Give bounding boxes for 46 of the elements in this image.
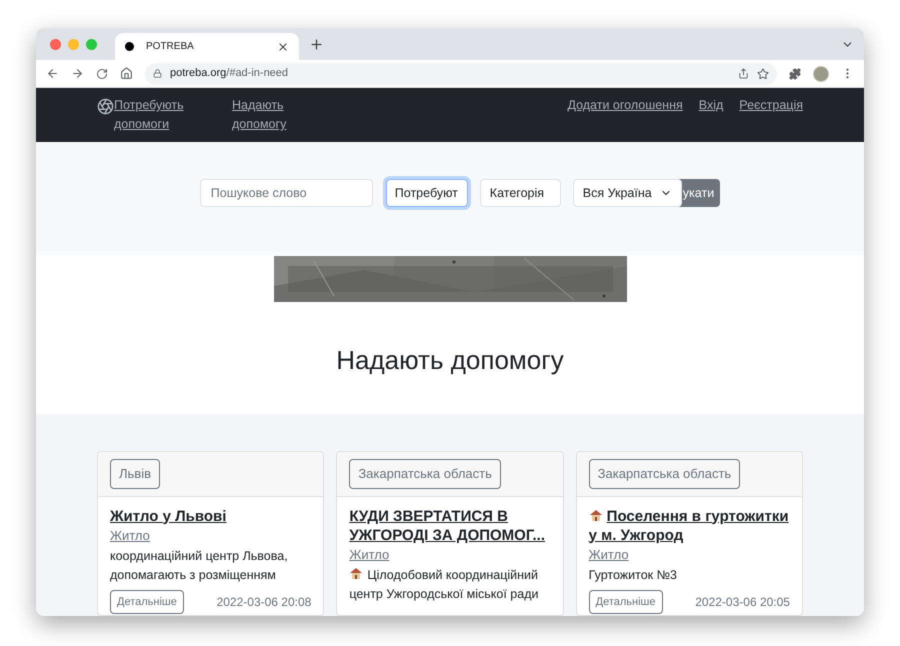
reload-icon[interactable] (96, 68, 108, 80)
keyword-input[interactable]: Пошукове слово (200, 179, 373, 207)
search-button[interactable]: укати (678, 179, 720, 207)
region-select[interactable]: Вся Україна (572, 179, 682, 207)
logo-icon (97, 98, 114, 115)
home-icon[interactable] (120, 67, 133, 80)
type-select[interactable]: Потребуют (386, 179, 468, 207)
nav-link[interactable]: Надають допомогу (232, 96, 312, 142)
category-link[interactable]: Житло (110, 526, 312, 544)
lock-icon (153, 69, 162, 78)
region-button[interactable]: Львів (110, 459, 160, 488)
profile-avatar-icon[interactable] (813, 66, 829, 82)
address-field[interactable]: potreba.org/#ad-in-need (145, 62, 777, 84)
ad-description: Гуртожиток №3 (588, 566, 678, 584)
nav-link[interactable]: Потребують допомоги (114, 96, 194, 142)
extensions-icon[interactable] (789, 68, 801, 80)
house-icon (349, 566, 364, 580)
page-heading: Надають допомогу (336, 344, 564, 377)
ad-description: Цілодобовий координаційний центр Ужгородської міської ради (349, 566, 540, 603)
ad-title-link[interactable]: Поселення в гуртожитки у м. Ужгород (588, 506, 790, 544)
forward-icon[interactable] (71, 67, 84, 80)
nav-link[interactable]: Вхід (698, 96, 724, 115)
new-tab-icon[interactable] (309, 36, 324, 52)
favicon-icon (125, 42, 134, 51)
house-icon (588, 508, 603, 522)
date-text: 2022-03-06 20:08 (216, 594, 312, 611)
region-button[interactable]: Закарпатська область (588, 459, 740, 488)
details-button[interactable]: Детальніше (110, 590, 184, 614)
nav-link[interactable]: Додати оголошення (567, 96, 683, 115)
back-icon[interactable] (46, 67, 59, 80)
region-button[interactable]: Закарпатська область (349, 459, 501, 488)
category-link[interactable]: Житло (349, 546, 551, 564)
close-tab-icon[interactable] (277, 40, 289, 52)
category-link[interactable]: Житло (588, 546, 790, 564)
bookmark-star-icon[interactable] (757, 68, 769, 80)
date-text: 2022-03-06 20:05 (695, 594, 790, 611)
category-select[interactable]: Категорія (480, 179, 561, 207)
ad-title-link[interactable]: Житло у Львові (110, 506, 312, 526)
ad-description: координаційний центр Львова, допомагають з розміщенням (110, 548, 289, 584)
url-text: potreba.org/#ad-in-need (170, 66, 290, 82)
ad-title-link[interactable]: КУДИ ЗВЕРТАТИСЯ В УЖГОРОДІ ЗА ДОПОМОГ... (349, 506, 551, 544)
nav-link[interactable]: Реєстрація (739, 96, 803, 115)
details-button[interactable]: Детальніше (588, 590, 663, 614)
browser-tab[interactable]: POTREBA (115, 33, 299, 60)
tab-title: POTREBA (146, 40, 195, 54)
share-icon[interactable] (738, 68, 749, 79)
